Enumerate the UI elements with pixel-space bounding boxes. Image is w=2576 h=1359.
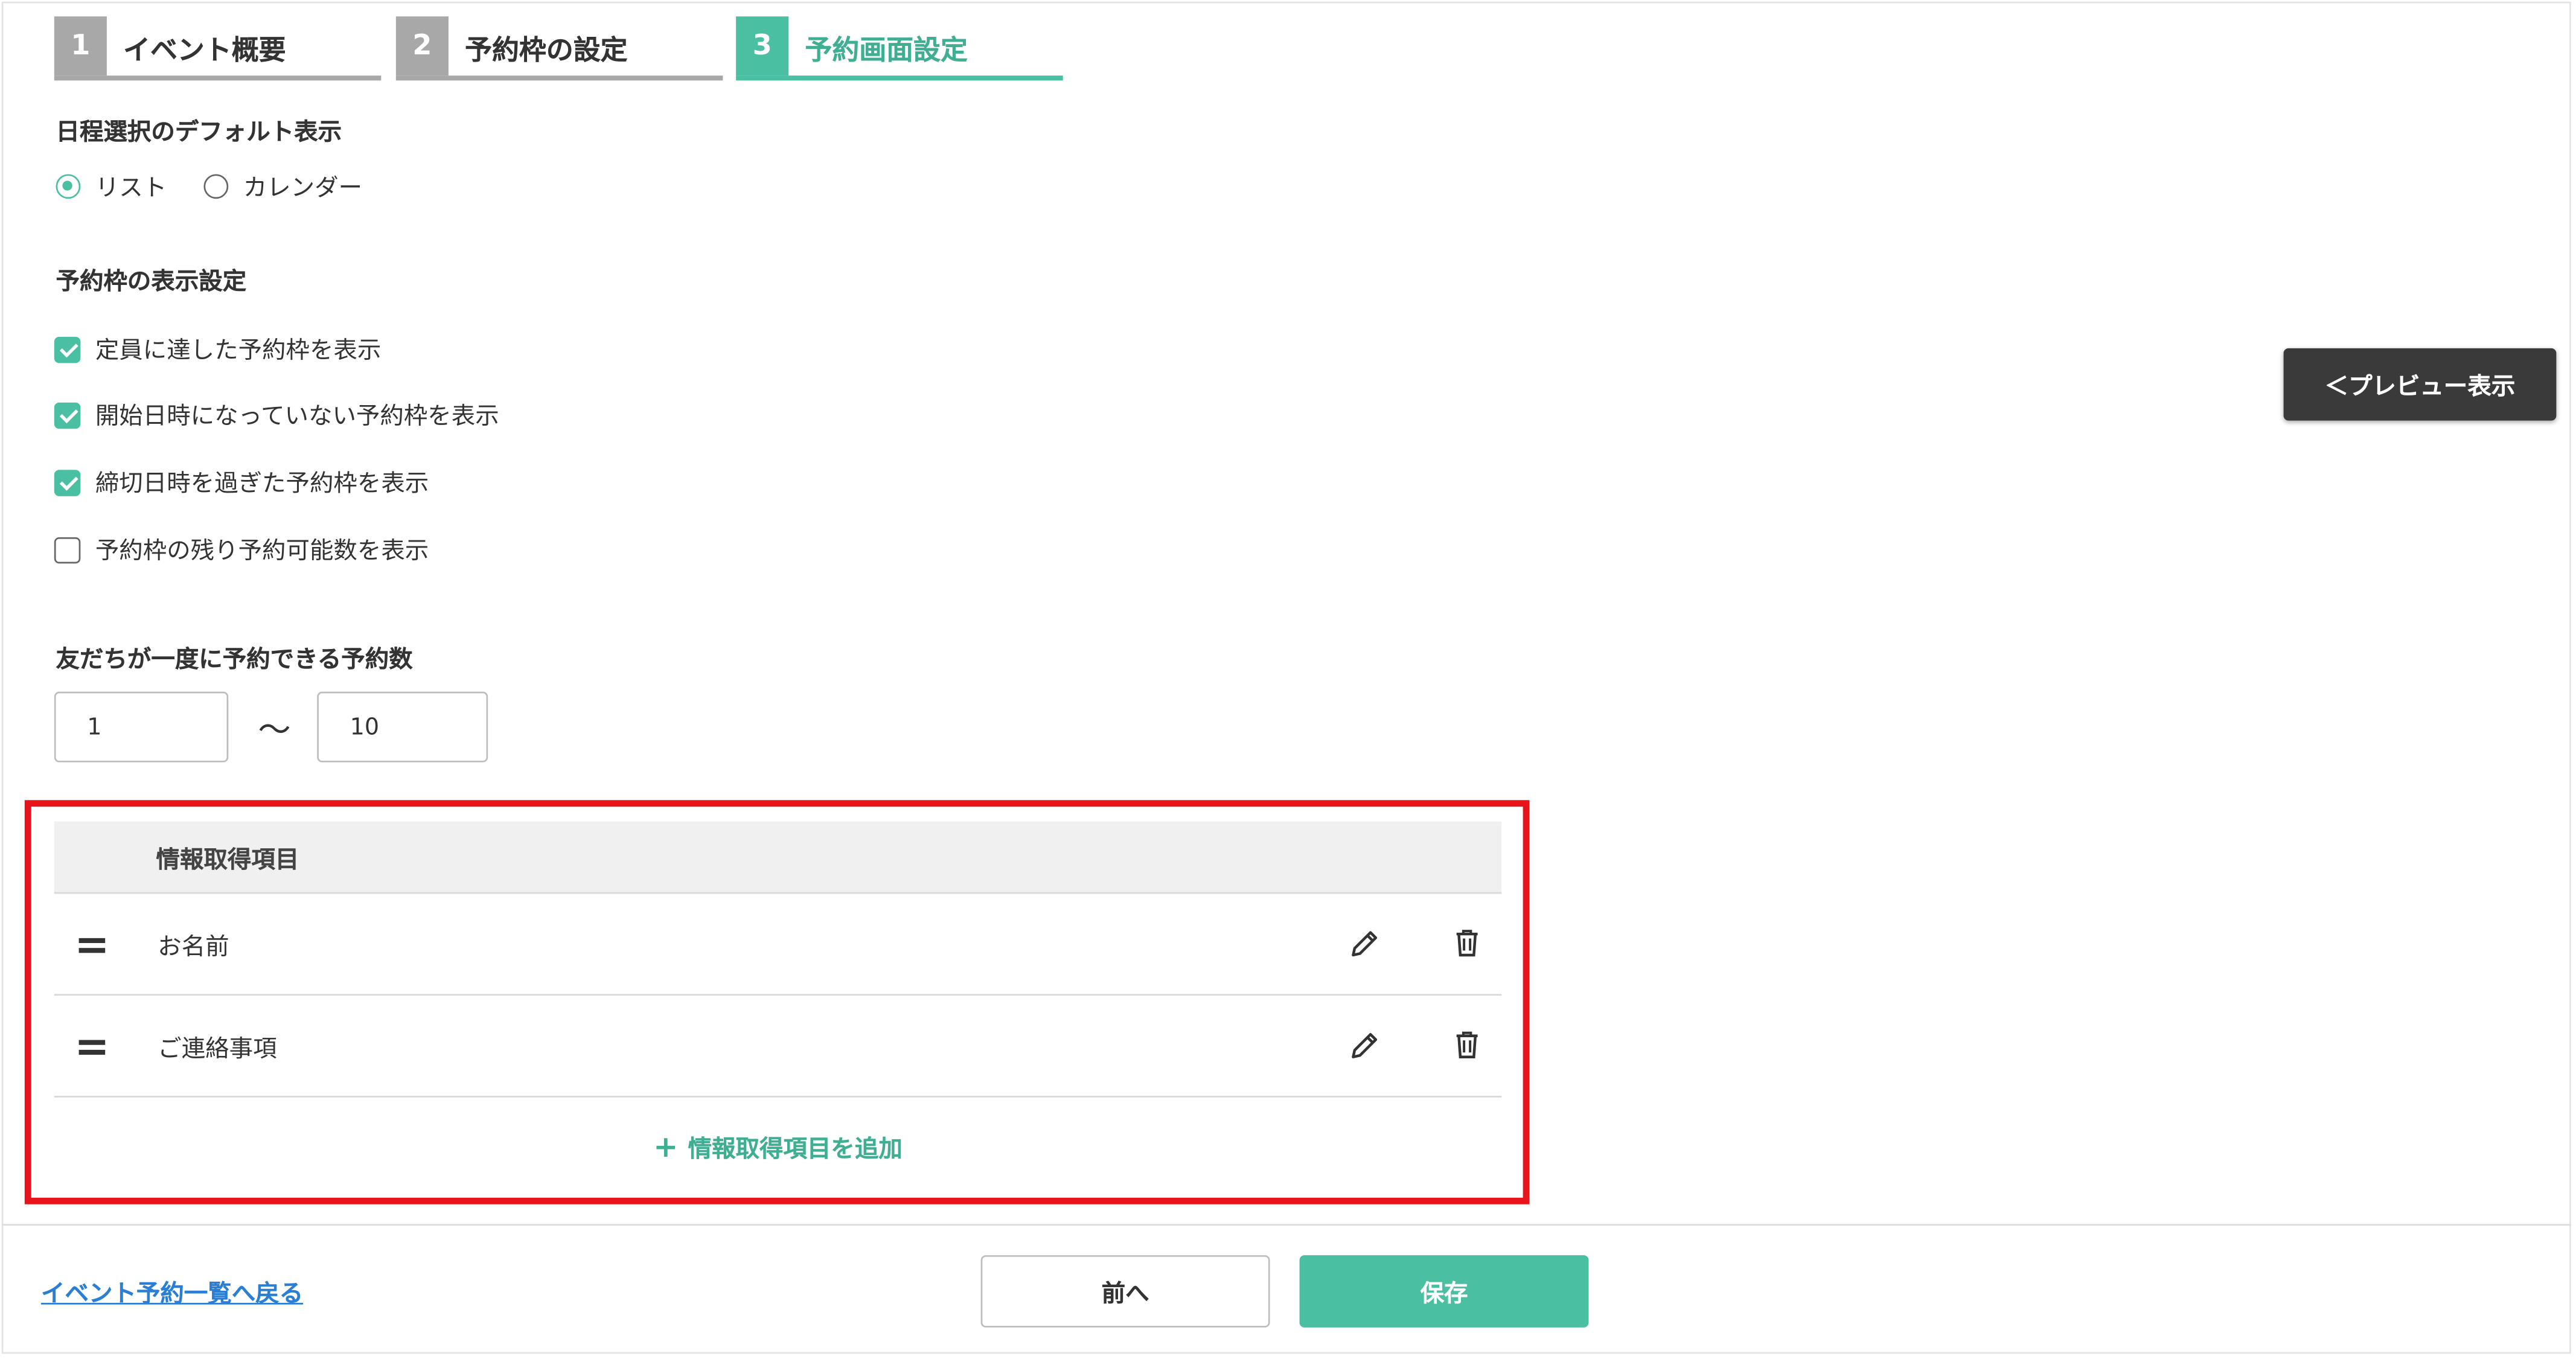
previous-button[interactable]: 前へ	[980, 1255, 1270, 1328]
checkbox-label: 予約枠の残り予約可能数を表示	[95, 539, 429, 566]
step-label: 予約枠の設定	[465, 34, 628, 66]
range-separator: 〜	[258, 709, 291, 749]
step-number: 1	[54, 16, 107, 76]
page: 1 イベント概要 2 予約枠の設定 3 予約画面設定 日程選択のデフォルト表示 …	[0, 0, 2576, 1359]
checkbox-label: 締切日時を過ぎた予約枠を表示	[95, 472, 429, 498]
checkbox-label: 定員に達した予約枠を表示	[95, 338, 382, 365]
footer-divider	[1, 1224, 2571, 1226]
step-underline	[395, 75, 723, 81]
checkbox-show-remaining-count[interactable]: 予約枠の残り予約可能数を表示	[54, 532, 429, 567]
checkbox-checked[interactable]	[54, 401, 81, 428]
radio-calendar-label: カレンダー	[243, 176, 363, 202]
radio-list-label: リスト	[95, 176, 167, 202]
checkbox-show-closed-slots[interactable]: 締切日時を過ぎた予約枠を表示	[54, 465, 429, 499]
checkbox-label: 開始日時になっていない予約枠を表示	[95, 404, 499, 430]
radio-calendar[interactable]: カレンダー	[203, 169, 362, 203]
date-display-heading: 日程選択のデフォルト表示	[56, 120, 342, 147]
step-number: 2	[395, 16, 449, 76]
checkbox-show-not-started-slots[interactable]: 開始日時になっていない予約枠を表示	[54, 398, 499, 432]
checkbox-unchecked[interactable]	[54, 536, 81, 563]
step-underline	[736, 75, 1063, 81]
radio-button[interactable]	[203, 174, 229, 199]
step-slot-settings[interactable]: 2 予約枠の設定	[395, 16, 723, 81]
radio-list[interactable]: リスト	[56, 169, 167, 203]
step-number: 3	[736, 16, 789, 76]
step-underline	[54, 75, 382, 81]
step-label: 予約画面設定	[805, 34, 968, 66]
slot-display-heading: 予約枠の表示設定	[56, 269, 247, 296]
checkbox-checked[interactable]	[54, 468, 81, 496]
radio-button-checked[interactable]	[56, 174, 81, 199]
preview-button[interactable]: ＜プレビュー表示	[2283, 348, 2557, 421]
checkbox-show-full-slots[interactable]: 定員に達した予約枠を表示	[54, 332, 382, 366]
step-event-overview[interactable]: 1 イベント概要	[54, 16, 382, 81]
min-booking-input[interactable]: 1	[54, 691, 229, 763]
step-booking-screen-settings[interactable]: 3 予約画面設定	[736, 16, 1063, 81]
max-booking-input[interactable]: 10	[317, 691, 488, 763]
highlight-box	[24, 800, 1530, 1204]
save-button[interactable]: 保存	[1299, 1255, 1589, 1328]
booking-count-heading: 友だちが一度に予約できる予約数	[56, 647, 413, 674]
back-to-list-link[interactable]: イベント予約一覧へ戻る	[41, 1275, 303, 1309]
step-label: イベント概要	[123, 34, 286, 66]
checkbox-checked[interactable]	[54, 336, 81, 363]
